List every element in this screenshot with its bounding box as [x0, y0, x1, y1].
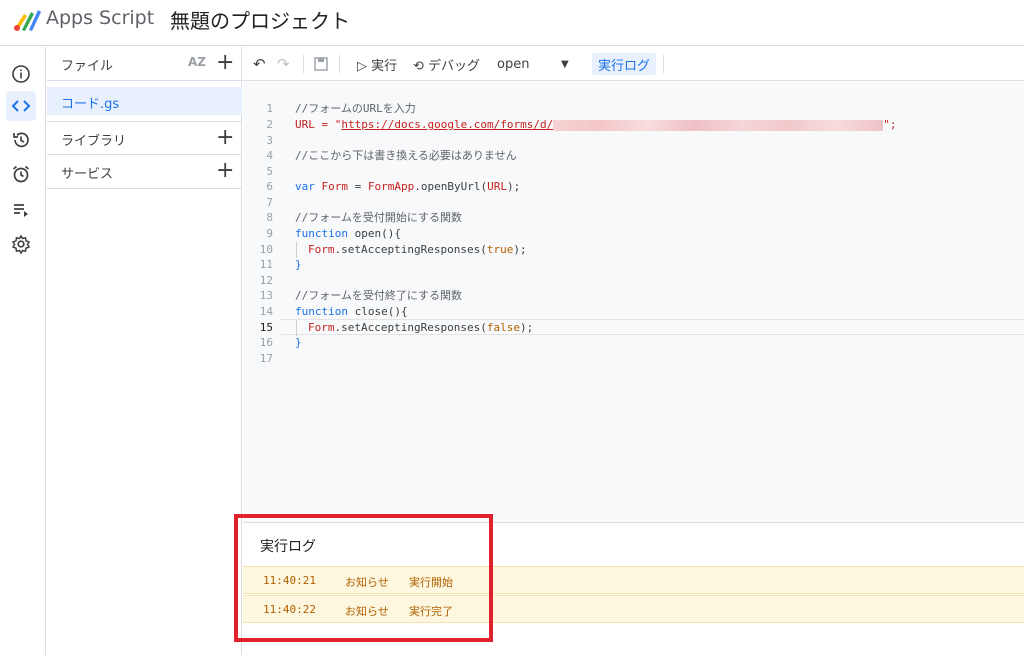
settings-button[interactable]: [6, 229, 36, 259]
code-line-16: 16}: [259, 336, 302, 349]
history-button[interactable]: [6, 125, 36, 155]
editor-toolbar: ↶ ↷ ▷ 実行 ⟲ デバッグ open ▼ 実行ログ: [243, 47, 1024, 81]
executions-button[interactable]: [6, 195, 36, 225]
code-line-3: 3: [266, 134, 273, 147]
code-line-15: 15 Form.setAcceptingResponses(false);: [259, 321, 534, 334]
file-item-code-gs[interactable]: コード.gs: [47, 87, 242, 115]
add-library-button[interactable]: +: [216, 126, 234, 150]
toolbar-divider: [663, 55, 664, 73]
app-name: Apps Script: [46, 7, 155, 29]
history-icon: [13, 132, 29, 148]
save-icon[interactable]: [314, 53, 328, 75]
run-button[interactable]: ▷ 実行: [357, 53, 397, 75]
function-select[interactable]: open: [497, 53, 529, 75]
code-line-12: 12: [259, 274, 273, 287]
undo-icon[interactable]: ↶: [253, 53, 266, 75]
top-bar: Apps Script 無題のプロジェクト: [0, 0, 1024, 46]
libraries-header: ライブラリ +: [47, 121, 242, 155]
code-line-9: 9 function open(){: [266, 227, 401, 240]
editor-button[interactable]: [6, 91, 36, 121]
code-line-8: 8//フォームを受付開始にする関数: [266, 211, 463, 224]
apps-script-logo-icon[interactable]: [12, 6, 42, 32]
settings-gear-icon: [11, 234, 31, 254]
code-line-2: 2 URL = "https://docs.google.com/forms/d/…: [266, 118, 897, 131]
code-line-4: 4//ここから下は書き換える必要はありません: [266, 149, 517, 162]
code-line-10: 10 Form.setAcceptingResponses(true);: [259, 243, 527, 256]
redacted-form-id: [553, 119, 884, 131]
code-line-5: 5: [266, 165, 273, 178]
code-line-1: 1//フォームのURLを入力: [266, 102, 416, 115]
toolbar-divider: [339, 55, 340, 73]
executions-icon: [14, 204, 28, 217]
files-header-label: ファイル: [61, 59, 114, 74]
overview-button[interactable]: [6, 59, 36, 89]
files-panel: ファイル AZ + コード.gs ライブラリ + サービス +: [47, 47, 242, 655]
code-line-11: 11}: [259, 258, 302, 271]
code-icon: [11, 100, 31, 112]
add-service-button[interactable]: +: [216, 159, 234, 183]
sort-az-icon[interactable]: AZ: [188, 55, 206, 69]
toolbar-divider: [303, 55, 304, 73]
project-title[interactable]: 無題のプロジェクト: [170, 5, 350, 34]
code-line-13: 13//フォームを受付終了にする関数: [259, 289, 463, 302]
triggers-button[interactable]: [6, 159, 36, 189]
services-label: サービス: [61, 167, 114, 182]
code-editor[interactable]: 1//フォームのURLを入力 2 URL = "https://docs.goog…: [243, 82, 1024, 522]
alarm-clock-icon: [12, 165, 30, 183]
debug-button[interactable]: ⟲ デバッグ: [413, 53, 480, 75]
code-line-6: 6 var Form = FormApp.openByUrl(URL);: [266, 180, 521, 193]
chevron-down-icon[interactable]: ▼: [561, 53, 569, 75]
add-file-button[interactable]: +: [216, 51, 234, 75]
execution-log-button[interactable]: 実行ログ: [592, 53, 657, 75]
libraries-label: ライブラリ: [61, 134, 127, 149]
code-line-7: 7: [266, 196, 273, 209]
code-line-14: 14 function close(){: [259, 305, 408, 318]
annotation-highlight-box: [234, 514, 493, 642]
info-icon: [12, 65, 30, 83]
redo-icon[interactable]: ↷: [277, 53, 290, 75]
services-header: サービス +: [47, 155, 242, 189]
code-line-17: 17: [259, 352, 273, 365]
left-rail: [0, 47, 46, 655]
files-header: ファイル AZ +: [47, 47, 242, 81]
